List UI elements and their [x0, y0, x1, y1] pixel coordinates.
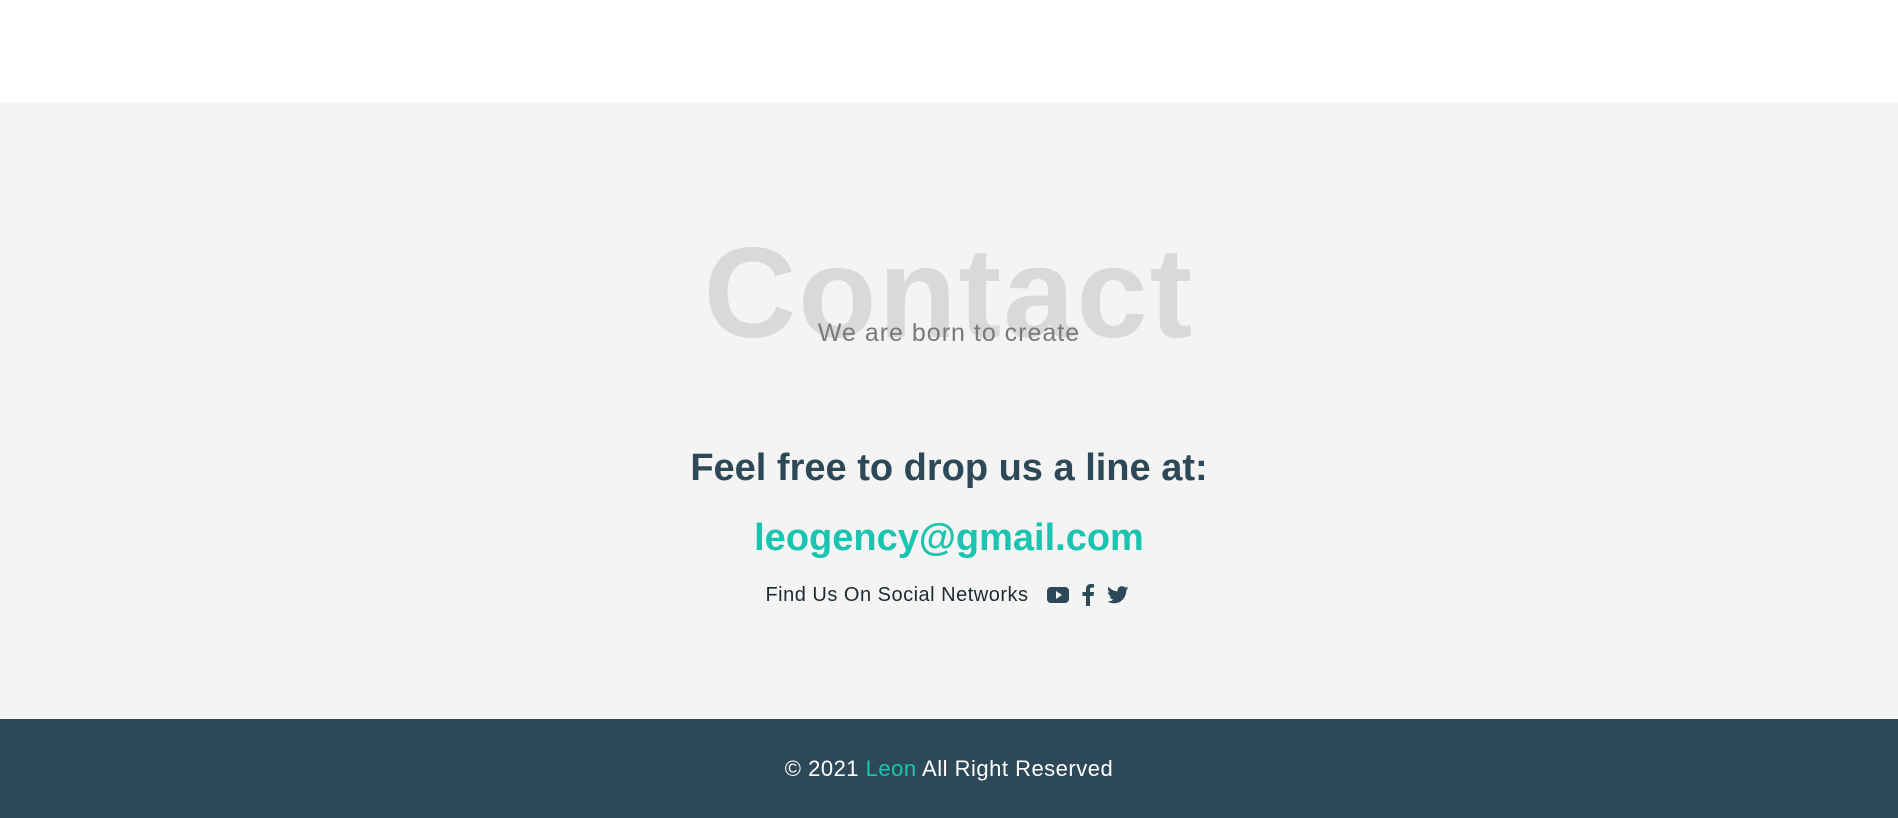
social-label: Find Us On Social Networks	[765, 583, 1029, 606]
footer-brand-link[interactable]: Leon	[866, 756, 917, 781]
youtube-icon[interactable]	[1046, 583, 1070, 607]
social-networks: Find Us On Social Networks	[0, 580, 1898, 610]
contact-email-link[interactable]: leogency@gmail.com	[0, 513, 1898, 563]
footer-copyright-prefix: © 2021	[784, 756, 860, 781]
facebook-icon[interactable]	[1076, 583, 1100, 607]
twitter-icon[interactable]	[1106, 583, 1130, 607]
contact-subtitle: We are born to create	[817, 319, 1081, 347]
footer-copyright: © 2021 Leon All Right Reserved	[0, 755, 1898, 783]
contact-heading: Feel free to drop us a line at:	[690, 447, 1208, 489]
header-area	[0, 0, 1898, 103]
footer-copyright-suffix: All Right Reserved	[922, 756, 1114, 781]
contact-section: Contact We are born to create Feel free …	[0, 103, 1898, 719]
footer: © 2021 Leon All Right Reserved	[0, 719, 1898, 818]
